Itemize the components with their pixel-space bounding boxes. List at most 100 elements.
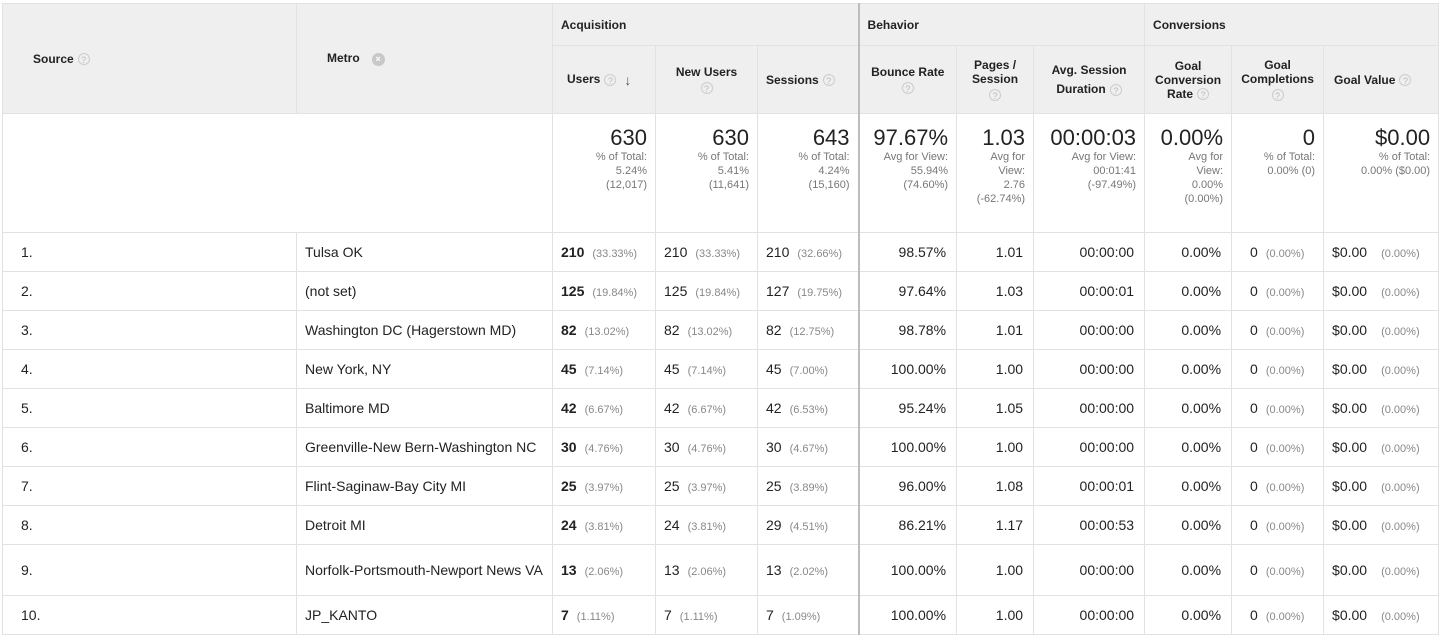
goal-comp-label-2: Completions (1241, 71, 1314, 86)
table-row[interactable]: 4. New York, NY 45 (7.14%) 45 (7.14%) 45 (7.00%… (2, 349, 1440, 389)
metro-link[interactable]: Greenville-New Bern-Washington NC (296, 427, 553, 467)
sessions-percent: (19.75%) (797, 287, 842, 299)
help-icon[interactable]: ? (1271, 89, 1284, 102)
new-users-percent: (19.84%) (695, 287, 740, 299)
total-goal-comp-note-2: 0.00% (0) (1267, 165, 1316, 177)
row-index: 7. (2, 466, 297, 506)
goal-value-column-header[interactable]: Goal Value? (1323, 45, 1440, 114)
metro-link[interactable]: Norfolk-Portsmouth-Newport News VA (296, 544, 553, 596)
goal-value-value: $0.00 (1332, 244, 1368, 260)
total-new-users: 630% of Total: 5.41% (11,641) (655, 113, 758, 233)
goal-conversion-rate-value: 0.00% (1144, 544, 1233, 596)
goal-conv-label-1: Goal (1174, 58, 1202, 73)
total-goal-value-note-2: 0.00% ($0.00) (1360, 165, 1431, 177)
new-users-column-header[interactable]: New Users? (655, 45, 758, 114)
bounce-rate-value: 98.78% (857, 310, 958, 350)
metro-column-header[interactable]: Metro × (296, 3, 553, 114)
total-goal-value: $0.00% of Total: 0.00% ($0.00) (1323, 113, 1440, 233)
total-users: 630% of Total: 5.24% (12,017) (552, 113, 656, 233)
sort-desc-icon[interactable]: ↓ (624, 72, 631, 88)
total-new-users-note-1: % of Total: (697, 151, 749, 163)
metro-link[interactable]: Washington DC (Hagerstown MD) (296, 310, 553, 350)
table-row[interactable]: 9. Norfolk-Portsmouth-Newport News VA 13 (2… (2, 544, 1440, 596)
table-row[interactable]: 6. Greenville-New Bern-Washington NC 30 (4.… (2, 427, 1440, 467)
total-avg-duration-note-3: (-97.49%) (1087, 179, 1137, 191)
sessions-value: 82 (766, 322, 782, 338)
goal-conv-label-3: Rate (1167, 86, 1194, 101)
goal-completions-percent: (0.00%) (1265, 248, 1305, 260)
users-percent: (13.02%) (584, 326, 630, 338)
row-index: 8. (2, 505, 297, 545)
new-users-percent: (33.33%) (695, 248, 740, 260)
help-icon[interactable]: ? (700, 82, 713, 95)
avg-session-duration-column-header[interactable]: Avg. Session Duration? (1033, 45, 1146, 114)
help-icon[interactable]: ? (1399, 74, 1412, 87)
metro-link[interactable]: JP_KANTO (296, 595, 553, 635)
metro-link[interactable]: Baltimore MD (296, 388, 553, 428)
goal-value-value: $0.00 (1332, 322, 1368, 338)
metro-link[interactable]: Detroit MI (296, 505, 553, 545)
help-icon[interactable]: ? (989, 89, 1002, 102)
users-value: 13 (561, 562, 577, 578)
pages-session-value: 1.08 (956, 466, 1035, 506)
new-users-percent: (3.81%) (687, 521, 727, 533)
new-users-value: 24 (664, 517, 680, 533)
table-row[interactable]: 8. Detroit MI 24 (3.81%) 24 (3.81%) 29 (4.51%) 8… (2, 505, 1440, 545)
users-value: 125 (561, 283, 585, 299)
sessions-column-header[interactable]: Sessions? (756, 45, 860, 114)
total-pages-session-note-1: Avg for (990, 151, 1026, 163)
acquisition-group-header: Acquisition (551, 3, 860, 46)
goal-completions-value: 0 (1250, 517, 1258, 533)
total-sessions-note-3: (15,160) (808, 179, 850, 191)
users-column-header[interactable]: Users? ↓ (552, 45, 656, 114)
help-icon[interactable]: ? (604, 73, 617, 86)
goal-completions-column-header[interactable]: Goal Completions? (1231, 45, 1325, 114)
total-bounce-rate-note-3: (74.60%) (903, 179, 949, 191)
users-value: 25 (561, 478, 577, 494)
source-column-header[interactable]: Source? (2, 3, 297, 114)
help-icon[interactable]: ? (1109, 83, 1122, 96)
help-icon[interactable]: ? (901, 82, 914, 95)
users-value: 45 (561, 361, 577, 377)
avg-duration-label-2: Duration (1056, 82, 1106, 96)
users-value: 30 (561, 439, 577, 455)
totals-label-cell (2, 113, 553, 233)
new-users-value: 45 (664, 361, 680, 377)
metro-link[interactable]: New York, NY (296, 349, 553, 389)
goal-conversion-rate-column-header[interactable]: Goal Conversion Rate? (1144, 45, 1233, 114)
total-pages-session-note-4: (-62.74%) (976, 193, 1026, 205)
table-row[interactable]: 1. Tulsa OK 210 (33.33%) 210 (33.33%) 210 (32.6… (2, 232, 1440, 272)
help-icon[interactable]: ? (77, 53, 90, 66)
remove-dimension-icon[interactable]: × (371, 52, 385, 66)
table-row[interactable]: 3. Washington DC (Hagerstown MD) 82 (13.02%… (2, 310, 1440, 350)
pages-session-column-header[interactable]: Pages / Session? (956, 45, 1035, 114)
sessions-value: 210 (766, 244, 790, 260)
table-row[interactable]: 7. Flint-Saginaw-Bay City MI 25 (3.97%) 25 (3… (2, 466, 1440, 506)
row-index: 10. (2, 595, 297, 635)
goal-completions-percent: (0.00%) (1265, 482, 1305, 494)
new-users-percent: (7.14%) (687, 365, 727, 377)
goal-conversion-rate-value: 0.00% (1144, 271, 1233, 311)
table-row[interactable]: 10. JP_KANTO 7 (1.11%) 7 (1.11%) 7 (1.09%) 100.0… (2, 595, 1440, 635)
goal-completions-percent: (0.00%) (1265, 443, 1305, 455)
metro-link[interactable]: (not set) (296, 271, 553, 311)
behavior-group-header: Behavior (857, 3, 1146, 46)
total-avg-duration-note-2: 00:01:41 (1093, 165, 1137, 177)
metro-link[interactable]: Tulsa OK (296, 232, 553, 272)
total-goal-value-note-1: % of Total: (1378, 151, 1431, 163)
goal-value-percent: (0.00%) (1381, 611, 1420, 623)
metro-link[interactable]: Flint-Saginaw-Bay City MI (296, 466, 553, 506)
total-sessions: 643% of Total: 4.24% (15,160) (756, 113, 860, 233)
help-icon[interactable]: ? (822, 74, 835, 87)
table-row[interactable]: 5. Baltimore MD 42 (6.67%) 42 (6.67%) 42 (6.53%… (2, 388, 1440, 428)
table-row[interactable]: 2. (not set) 125 (19.84%) 125 (19.84%) 127 (19.… (2, 271, 1440, 311)
avg-duration-value: 00:00:01 (1033, 466, 1146, 506)
new-users-value: 25 (664, 478, 680, 494)
users-percent: (19.84%) (592, 287, 637, 299)
bounce-rate-column-header[interactable]: Bounce Rate? (857, 45, 958, 114)
help-icon[interactable]: ? (1197, 88, 1210, 101)
total-bounce-rate: 97.67% Avg for View: 55.94% (74.60%) (857, 113, 958, 233)
bounce-rate-value: 96.00% (857, 466, 958, 506)
goal-value-value: $0.00 (1332, 283, 1368, 299)
users-percent: (33.33%) (592, 248, 637, 260)
